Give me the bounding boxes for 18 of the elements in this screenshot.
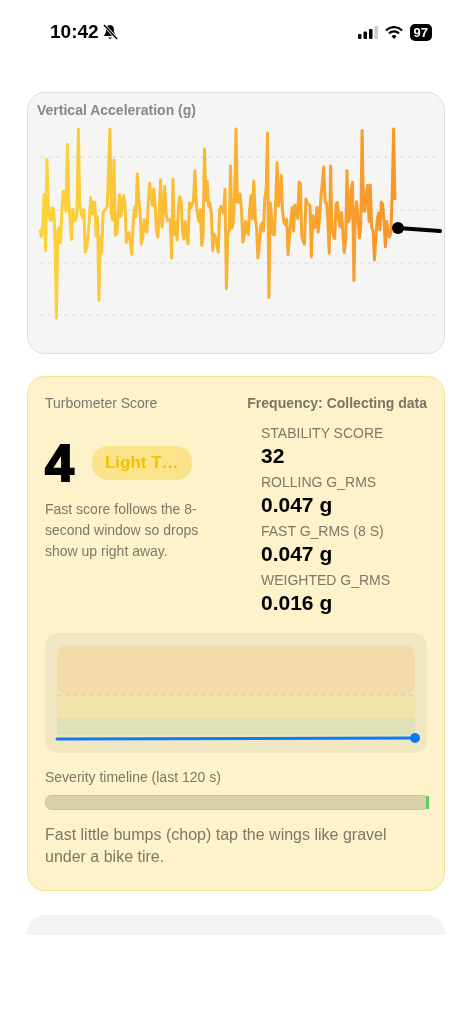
turbulence-description: Fast little bumps (chop) tap the wings like gravel under a bike tire. <box>45 825 388 867</box>
score-note: Fast score follows the 8-second window so drops show up right away. <box>45 500 200 561</box>
score-title: Turbometer Score <box>45 395 158 411</box>
frequency-status: Frequency: Collecting data <box>247 395 427 411</box>
battery-level: 97 <box>409 23 432 41</box>
metric-value: 0.016 g <box>261 591 334 615</box>
metric-label: WEIGHTED G_RMS <box>261 572 392 588</box>
metric-value: 0.047 g <box>261 493 334 517</box>
metric-label: ROLLING G_RMS <box>261 474 378 490</box>
metric-value: 32 <box>261 444 286 468</box>
severity-badge: Light T… <box>91 446 192 480</box>
metric-label: STABILITY SCORE <box>261 425 385 441</box>
timeline-label: Severity timeline (last 120 s) <box>45 769 222 785</box>
metric-value: 0.047 g <box>261 542 334 566</box>
clock: 10:42 <box>50 21 99 43</box>
score-value: 4 <box>45 439 74 487</box>
metric-label: FAST G_RMS (8 S) <box>261 523 385 539</box>
chart-title: Vertical Acceleration (g) <box>37 102 196 118</box>
